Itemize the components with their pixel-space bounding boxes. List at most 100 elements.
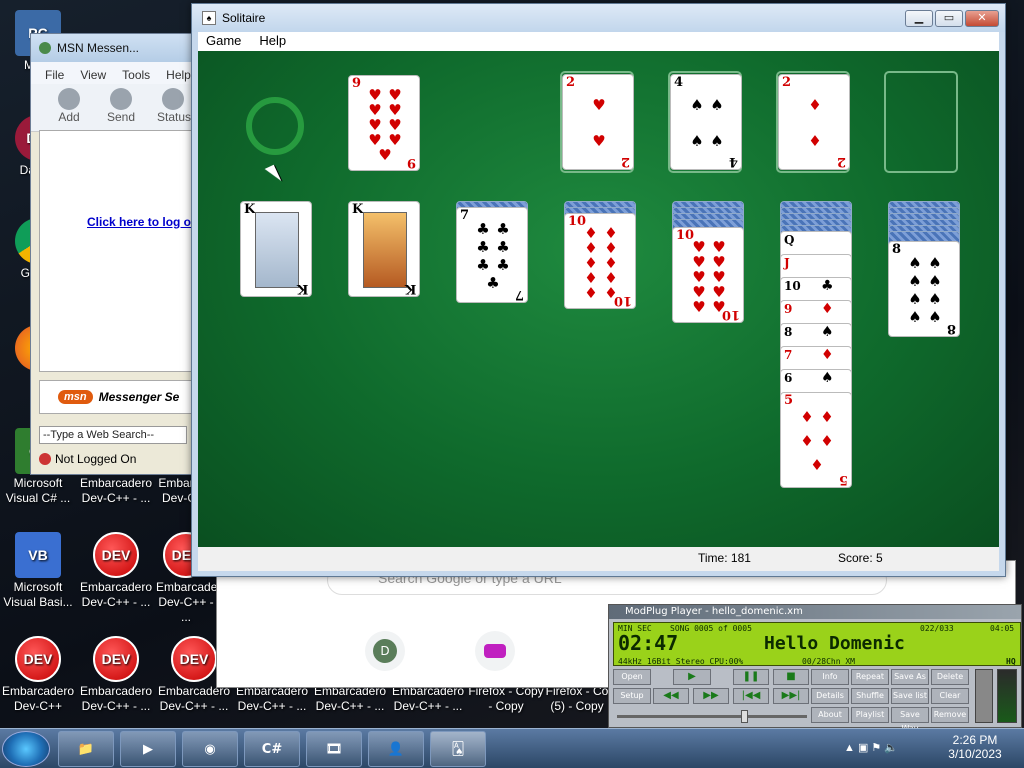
- shortcut-icon[interactable]: [475, 631, 515, 671]
- foundation-card[interactable]: 2 ♦ ♦ 2: [778, 74, 850, 170]
- login-link[interactable]: Click here to log on: [87, 215, 198, 229]
- open-button[interactable]: Open: [613, 669, 651, 685]
- msn-title: MSN Messen...: [57, 41, 140, 55]
- remove-button[interactable]: Remove: [931, 707, 969, 723]
- setup-button[interactable]: Setup: [613, 688, 651, 704]
- info-button[interactable]: Info: [811, 669, 849, 685]
- web-search-input[interactable]: --Type a Web Search--: [39, 426, 187, 444]
- card-pips: ♦ ♦ ♦ ♦ ♦: [800, 407, 834, 474]
- desktop-icon-devcpp[interactable]: DEVEmbarcadero Dev-C++ - ...: [78, 636, 154, 714]
- play-button[interactable]: ▶: [673, 669, 711, 685]
- desktop-icon-devcpp[interactable]: Embarcadero Dev-C++ - ...: [312, 684, 388, 714]
- msn-banner: msn Messenger Se: [39, 380, 199, 414]
- tableau-card[interactable]: 5 ♦ ♦ ♦ ♦ ♦ 5: [780, 392, 852, 488]
- solitaire-window: ♠ Solitaire ▁ ▭ ✕ Game Help 9 ♥ ♥ ♥ ♥ ♥ ♥ ♥ ♥ ♥ 9…: [191, 3, 1006, 577]
- card-pips: ♦ ♦: [808, 95, 822, 150]
- waste-card[interactable]: 9 ♥ ♥ ♥ ♥ ♥ ♥ ♥ ♥ ♥ 9: [348, 75, 420, 171]
- status-text: Not Logged On: [55, 452, 137, 466]
- card-rank: K: [404, 281, 416, 296]
- pattern-counter: 022/033: [920, 624, 954, 633]
- menu-help[interactable]: Help: [166, 68, 191, 84]
- mouse-cursor: [264, 164, 282, 186]
- save-as-button[interactable]: Save As: [891, 669, 929, 685]
- desktop-icon-visual-basic[interactable]: VB Microsoft Visual Basi...: [0, 532, 76, 610]
- desktop-icon-devcpp[interactable]: Embarcadero Dev-C++ - ...: [390, 684, 466, 714]
- status-button[interactable]: Status: [157, 88, 191, 131]
- game-felt[interactable]: 9 ♥ ♥ ♥ ♥ ♥ ♥ ♥ ♥ ♥ 9 2 ♥ ♥ 2 4 ♠ ♠ ♠ ♠ 4 2 ♦ ♦ 2 K K: [198, 51, 999, 547]
- tableau-card[interactable]: K K: [240, 201, 312, 297]
- desktop-icon-devcpp[interactable]: Embarcadero Dev-C++ - ...: [234, 684, 310, 714]
- save-list-button[interactable]: Save list: [891, 688, 929, 704]
- solitaire-titlebar[interactable]: ♠ Solitaire: [192, 4, 1005, 32]
- tableau-card[interactable]: 10 ♦ ♦ ♦ ♦ ♦ ♦ ♦ ♦ ♦ ♦ 10: [564, 213, 636, 309]
- minimize-button[interactable]: ▁: [905, 10, 933, 27]
- details-button[interactable]: Details: [811, 688, 849, 704]
- clear-button[interactable]: Clear: [931, 688, 969, 704]
- desktop-icon-devcpp[interactable]: DEVEmbarcadero Dev-C++ - ...: [78, 532, 154, 610]
- menu-game[interactable]: Game: [206, 33, 241, 51]
- about-button[interactable]: About: [811, 707, 849, 723]
- menu-view[interactable]: View: [80, 68, 106, 84]
- window-controls: ▁ ▭ ✕: [905, 10, 999, 27]
- forward-button[interactable]: ▶▶: [693, 688, 729, 704]
- close-button[interactable]: ✕: [965, 10, 999, 27]
- tray-icons[interactable]: ▲ ▣ ⚑ 🔈: [844, 741, 898, 754]
- devcpp-icon: DEV: [93, 532, 139, 578]
- taskbar-visual-csharp[interactable]: C#: [244, 731, 300, 767]
- add-button[interactable]: Add: [53, 88, 85, 131]
- desktop-icon-label: Microsoft Visual Basi...: [3, 580, 73, 609]
- pause-button[interactable]: ❚❚: [733, 669, 769, 685]
- card-rank: 7: [514, 287, 524, 302]
- next-button[interactable]: ▶▶|: [773, 688, 809, 704]
- taskbar-explorer[interactable]: 📁: [58, 731, 114, 767]
- taskbar-solitaire[interactable]: 🂡: [430, 731, 486, 767]
- card-pips: ♦ ♦ ♦ ♦ ♦ ♦ ♦ ♦ ♦ ♦: [584, 224, 618, 302]
- foundation-card[interactable]: 2 ♥ ♥ 2: [562, 74, 634, 170]
- rewind-button[interactable]: ◀◀: [653, 688, 689, 704]
- seek-thumb[interactable]: [741, 710, 748, 723]
- desktop-icon-label: Firefox - Co (5) - Copy: [545, 684, 609, 713]
- shuffle-button[interactable]: Shuffle: [851, 688, 889, 704]
- menu-file[interactable]: File: [45, 68, 64, 84]
- solitaire-menubar: Game Help: [198, 32, 999, 51]
- taskbar-media-player[interactable]: ▶: [120, 731, 176, 767]
- tableau-card[interactable]: 8 ♠ ♠ ♠ ♠ ♠ ♠ ♠ ♠ 8: [888, 241, 960, 337]
- card-rank: 5: [838, 472, 848, 487]
- desktop-icon-firefox-copy[interactable]: Firefox - Copy - Copy: [468, 684, 544, 714]
- foundation-slot-empty[interactable]: [884, 71, 958, 173]
- card-pips: ♠ ♠ ♠ ♠: [690, 95, 724, 150]
- tableau-card[interactable]: 10 ♥ ♥ ♥ ♥ ♥ ♥ ♥ ♥ ♥ ♥ 10: [672, 227, 744, 323]
- menu-tools[interactable]: Tools: [122, 68, 150, 84]
- msn-titlebar[interactable]: MSN Messen...: [31, 34, 199, 62]
- menu-help[interactable]: Help: [259, 33, 286, 51]
- volume-slider[interactable]: [975, 669, 993, 723]
- clock[interactable]: 2:26 PM 3/10/2023: [942, 733, 1008, 761]
- delete-button[interactable]: Delete: [931, 669, 969, 685]
- msn-toolbar: Add Send Status: [31, 84, 199, 132]
- msn-status-bar: Not Logged On: [39, 452, 136, 466]
- taskbar-chrome[interactable]: ◉: [182, 731, 238, 767]
- repeat-button[interactable]: Repeat: [851, 669, 889, 685]
- prev-button[interactable]: |◀◀: [733, 688, 769, 704]
- taskbar-msn[interactable]: 👤: [368, 731, 424, 767]
- desktop-icon-devcpp[interactable]: DEV Embarcadero Dev-C++: [0, 636, 76, 714]
- tableau-card[interactable]: 7 ♣ ♣ ♣ ♣ ♣ ♣ ♣ 7: [456, 207, 528, 303]
- shortcut-avatar[interactable]: D: [365, 631, 405, 671]
- taskbar-movie-maker[interactable]: 🎞: [306, 731, 362, 767]
- tableau-card[interactable]: K K: [348, 201, 420, 297]
- send-button[interactable]: Send: [105, 88, 137, 131]
- start-button[interactable]: [2, 731, 50, 767]
- foundation-card[interactable]: 4 ♠ ♠ ♠ ♠ 4: [670, 74, 742, 170]
- desktop-icon-label: Embarcadero Dev-C++ - ...: [313, 684, 387, 713]
- stop-button[interactable]: ■: [773, 669, 809, 685]
- seek-slider[interactable]: [617, 710, 807, 723]
- modplug-window: ModPlug Player - hello_domenic.xm MIN SE…: [608, 604, 1022, 733]
- maximize-button[interactable]: ▭: [935, 10, 963, 27]
- desktop-icon-firefox-copy-5[interactable]: Firefox - Co (5) - Copy: [544, 684, 610, 714]
- playlist-button[interactable]: Playlist: [851, 707, 889, 723]
- card-rank: 2: [620, 154, 630, 169]
- stock-empty-ring[interactable]: [246, 97, 304, 155]
- save-wav-button[interactable]: Save Wav: [891, 707, 929, 733]
- modplug-titlebar[interactable]: ModPlug Player - hello_domenic.xm: [609, 605, 1021, 619]
- devcpp-icon: DEV: [93, 636, 139, 682]
